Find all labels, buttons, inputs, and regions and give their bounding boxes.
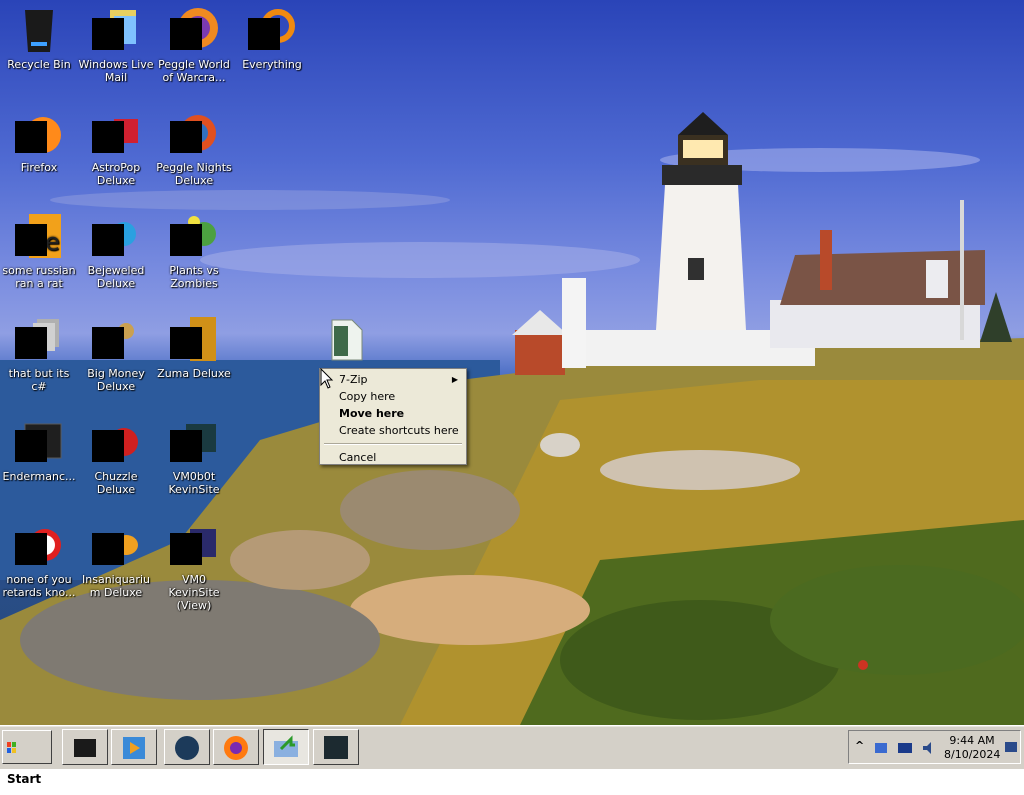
- show-desktop-icon[interactable]: [1004, 740, 1018, 754]
- clock-date[interactable]: 8/10/2024: [944, 748, 1000, 761]
- desktop-icon-label: Recycle Bin: [7, 58, 71, 71]
- peggle-nights-icon: [170, 109, 218, 157]
- taskbar-button-media-player[interactable]: [111, 729, 157, 765]
- menu-item-create-shortcuts-here[interactable]: Create shortcuts here: [322, 422, 464, 439]
- desktop-icon-label: some russian ran a rat: [2, 264, 76, 290]
- menu-item-label: Copy here: [339, 390, 396, 403]
- firefox-icon: [224, 736, 248, 760]
- opera-icon: [15, 521, 63, 569]
- menu-item-move-here[interactable]: Move here: [322, 405, 464, 422]
- desktop-icon-label: Bejeweled Deluxe: [87, 264, 145, 290]
- menu-item-cancel[interactable]: Cancel: [322, 449, 464, 466]
- desktop-icon-everything[interactable]: Everything: [233, 6, 311, 71]
- desktop-icon-label: Windows Live Mail: [78, 58, 154, 84]
- big-money-icon: [92, 315, 140, 363]
- globe-icon: [175, 736, 199, 760]
- desktop-icon-endermanc[interactable]: Endermanc...: [0, 418, 78, 483]
- astropop-icon: [92, 109, 140, 157]
- desktop-icon-label: Plants vs Zombies: [169, 264, 219, 290]
- desktop-icon-chuzzle[interactable]: Chuzzle Deluxe: [77, 418, 155, 496]
- firefox-icon: [15, 109, 63, 157]
- desktop-icon-that-but-its-csharp[interactable]: that but its c#: [0, 315, 78, 393]
- desktop-icon-none-of-you[interactable]: none of you retards kno...: [0, 521, 78, 599]
- system-tray: ^ 9:44 AM 8/10/2024: [848, 730, 1021, 764]
- desktop-icon-label: that but its c#: [8, 367, 70, 393]
- start-button[interactable]: Start: [2, 730, 52, 786]
- everything-search-icon: [248, 6, 296, 54]
- submenu-arrow-icon: ▶: [451, 375, 458, 384]
- taskbar-button-terminal[interactable]: [313, 729, 359, 765]
- zuma-icon: [170, 315, 218, 363]
- desktop-icon-label: Endermanc...: [2, 470, 76, 483]
- terminal-icon: [15, 418, 63, 466]
- dragged-file-icon: [328, 316, 366, 362]
- desktop-icon-plants-vs-zombies[interactable]: Plants vs Zombies: [155, 212, 233, 290]
- desktop-icon-label: none of you retards kno...: [2, 573, 76, 599]
- desktop-icon-zuma[interactable]: Zuma Deluxe: [155, 315, 233, 380]
- desktop-icon-label: Everything: [242, 58, 302, 71]
- media-player-icon: [123, 737, 145, 759]
- volume-icon[interactable]: [921, 740, 937, 756]
- start-label: Start: [7, 772, 42, 786]
- svg-text:e: e: [45, 228, 60, 256]
- recycle-bin-icon: [15, 6, 63, 54]
- insaniquarium-icon: [92, 521, 140, 569]
- desktop-icon-windows-live-mail[interactable]: Windows Live Mail: [77, 6, 155, 84]
- desktop-icon-label: AstroPop Deluxe: [91, 161, 141, 187]
- desktop-icon-big-money[interactable]: Big Money Deluxe: [77, 315, 155, 393]
- peggle-icon: [170, 6, 218, 54]
- show-hidden-icons-arrow[interactable]: ^: [855, 739, 864, 752]
- menu-item-copy-here[interactable]: Copy here: [322, 388, 464, 405]
- menu-item-label: Create shortcuts here: [339, 424, 459, 437]
- network-icon[interactable]: [873, 740, 889, 756]
- menu-separator: [324, 443, 462, 445]
- desktop[interactable]: Recycle Bin Firefox e some russian ran a…: [0, 0, 1024, 725]
- desktop-icon-insaniquarium[interactable]: Insaniquarium Deluxe: [77, 521, 155, 599]
- desktop-icon-bejeweled[interactable]: Bejeweled Deluxe: [77, 212, 155, 290]
- vm-view-icon: [170, 521, 218, 569]
- desktop-icon-russian-rat[interactable]: e some russian ran a rat: [0, 212, 78, 290]
- mouse-cursor-icon: [320, 368, 334, 389]
- menu-item-label: 7-Zip: [339, 373, 368, 386]
- drag-drop-context-menu: 7-Zip ▶ Copy here Move here Create short…: [319, 368, 467, 465]
- vm-icon: [170, 418, 218, 466]
- desktop-icon-label: Zuma Deluxe: [157, 367, 231, 380]
- menu-item-label: Cancel: [339, 451, 377, 464]
- desktop-icon-label: Big Money Deluxe: [87, 367, 145, 393]
- desktop-icon-label: Peggle Nights Deluxe: [156, 161, 232, 187]
- windows-logo-icon: [7, 741, 16, 753]
- desktop-icon-vm0-kevinsite-view[interactable]: VM0 KevinSite (View): [155, 521, 233, 612]
- taskbar-button-globe[interactable]: [164, 729, 210, 765]
- desktop-icon-label: VM0 KevinSite (View): [168, 573, 220, 612]
- editor-icon: e: [15, 212, 63, 260]
- clock-time[interactable]: 9:44 AM: [944, 734, 1000, 747]
- desktop-icon-vm0b0t-kevinsite[interactable]: VM0b0t KevinSite: [155, 418, 233, 496]
- desktop-icon-label: Peggle World of Warcra...: [158, 58, 230, 84]
- desktop-icon-firefox[interactable]: Firefox: [0, 109, 78, 174]
- file-transfer-icon: [274, 735, 298, 757]
- desktop-icon-recycle-bin[interactable]: Recycle Bin: [0, 6, 78, 71]
- desktop-icon-label: Insaniquarium Deluxe: [82, 573, 150, 599]
- desktop-icon-peggle-nights[interactable]: Peggle Nights Deluxe: [155, 109, 233, 187]
- desktop-icon-label: Chuzzle Deluxe: [94, 470, 138, 496]
- bejeweled-icon: [92, 212, 140, 260]
- desktop-icon-label: Firefox: [20, 161, 58, 174]
- document-stack-icon: [15, 315, 63, 363]
- device-icon: [74, 739, 96, 757]
- menu-item-label: Move here: [339, 407, 405, 420]
- taskbar-button-recycle-bin[interactable]: [62, 729, 108, 765]
- plants-vs-zombies-icon: [170, 212, 218, 260]
- taskbar-button-active-window[interactable]: [263, 729, 309, 765]
- chuzzle-icon: [92, 418, 140, 466]
- display-icon[interactable]: [897, 740, 913, 756]
- desktop-icon-peggle-world[interactable]: Peggle World of Warcra...: [155, 6, 233, 84]
- desktop-icon-label: VM0b0t KevinSite: [168, 470, 220, 496]
- taskbar: Start ^ 9:44 AM 8/10/2024: [0, 725, 1024, 786]
- terminal-icon: [324, 736, 348, 759]
- mail-icon: [92, 6, 140, 54]
- taskbar-button-firefox[interactable]: [213, 729, 259, 765]
- menu-item-7zip[interactable]: 7-Zip ▶: [322, 371, 464, 388]
- desktop-icon-astropop[interactable]: AstroPop Deluxe: [77, 109, 155, 187]
